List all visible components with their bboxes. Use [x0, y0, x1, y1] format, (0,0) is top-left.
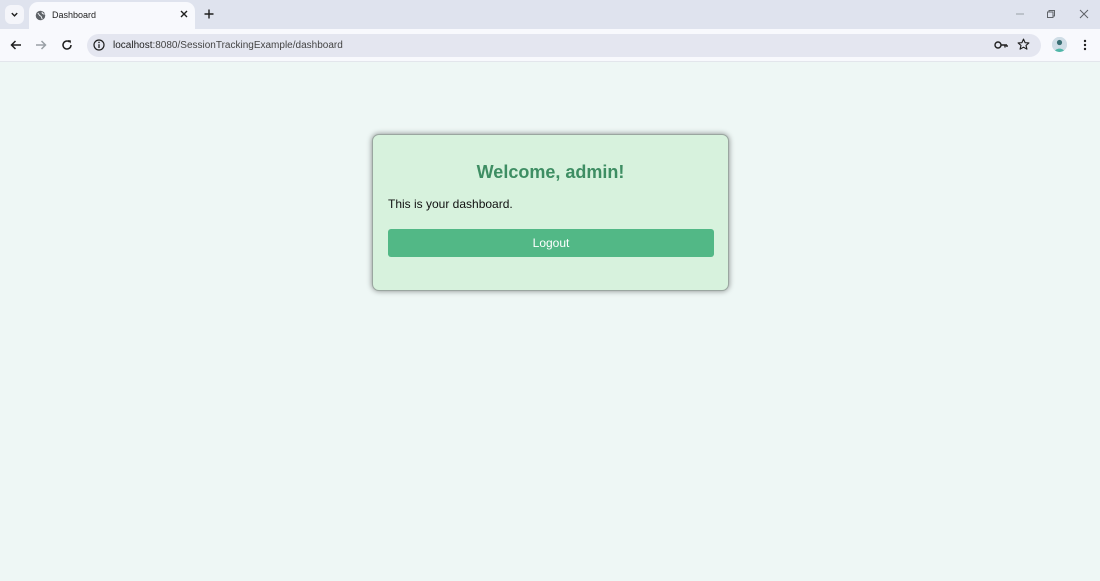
key-icon[interactable]: [994, 39, 1008, 51]
plus-icon: [204, 9, 214, 19]
tab-search-button[interactable]: [5, 5, 24, 24]
restore-icon: [1047, 10, 1055, 18]
forward-button[interactable]: [34, 38, 48, 52]
chevron-down-icon: [11, 12, 18, 17]
browser-menu-button[interactable]: [1080, 38, 1090, 52]
globe-icon: [35, 10, 46, 21]
arrow-left-icon: [10, 40, 21, 50]
info-icon[interactable]: [93, 39, 105, 51]
arrow-right-icon: [36, 40, 47, 50]
star-icon[interactable]: [1017, 38, 1030, 51]
tab-title: Dashboard: [52, 10, 97, 20]
browser-toolbar: localhost:8080/SessionTrackingExample/da…: [0, 29, 1100, 62]
profile-icon: [1052, 37, 1067, 52]
minimize-button[interactable]: [1014, 8, 1026, 20]
restore-button[interactable]: [1045, 8, 1057, 20]
url-text[interactable]: localhost:8080/SessionTrackingExample/da…: [113, 40, 343, 51]
close-icon: [1079, 9, 1089, 19]
minimize-icon: [1016, 13, 1024, 15]
new-tab-button[interactable]: [202, 7, 216, 21]
reload-icon: [62, 40, 72, 50]
back-button[interactable]: [9, 38, 23, 52]
close-tab-icon[interactable]: [178, 8, 189, 19]
more-vertical-icon: [1083, 39, 1087, 51]
logout-button[interactable]: Logout: [388, 229, 714, 257]
url-path: :8080/SessionTrackingExample/dashboard: [152, 40, 343, 51]
url-host: localhost: [113, 40, 153, 51]
dashboard-description: This is your dashboard.: [388, 197, 513, 211]
page-body: Welcome, admin! This is your dashboard. …: [0, 63, 1100, 581]
dashboard-card: Welcome, admin! This is your dashboard. …: [372, 134, 729, 291]
close-window-button[interactable]: [1078, 8, 1090, 20]
tab-dashboard[interactable]: Dashboard: [29, 2, 195, 29]
reload-button[interactable]: [60, 38, 74, 52]
tab-strip: Dashboard: [0, 0, 1100, 29]
address-bar[interactable]: localhost:8080/SessionTrackingExample/da…: [87, 34, 1041, 57]
profile-avatar[interactable]: [1052, 37, 1067, 52]
welcome-heading: Welcome, admin!: [476, 162, 625, 182]
